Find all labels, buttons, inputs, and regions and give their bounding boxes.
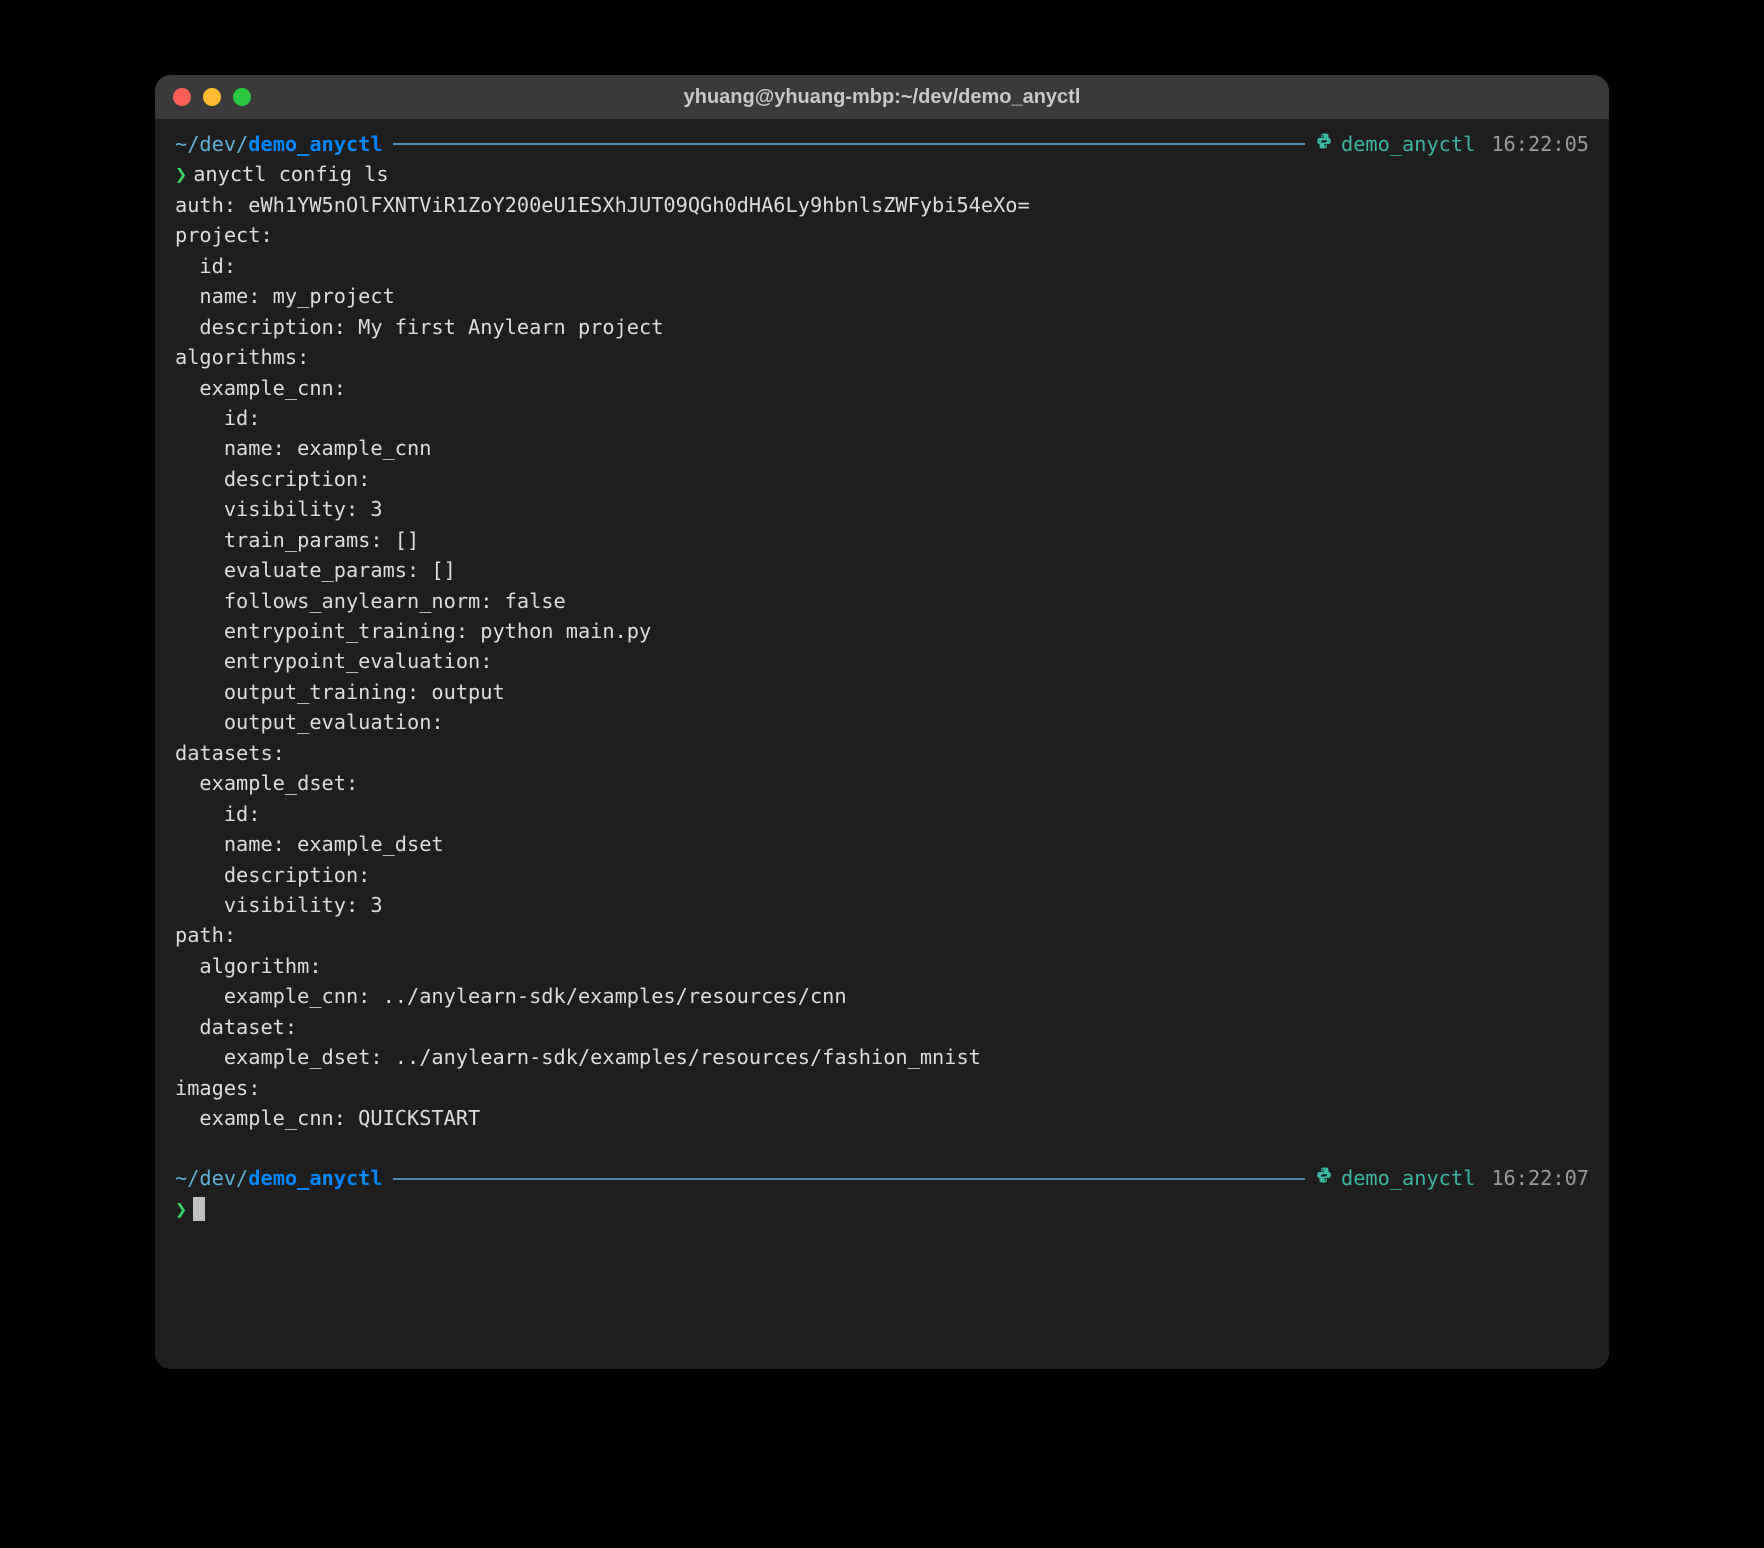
command-line-2[interactable]: ❯ <box>175 1194 1589 1224</box>
spacer <box>175 1133 1589 1163</box>
window-title: yhuang@yhuang-mbp:~/dev/demo_anyctl <box>684 86 1081 109</box>
titlebar: yhuang@yhuang-mbp:~/dev/demo_anyctl <box>155 75 1609 119</box>
path-tilde: ~ <box>175 132 187 156</box>
timestamp: 16:22:05 <box>1491 129 1589 159</box>
separator-line <box>393 1178 1305 1180</box>
env-name: demo_anyctl <box>1341 1163 1475 1193</box>
prompt-line-2: ~/dev/demo_anyctl demo_anyctl 16:22:07 <box>175 1163 1589 1193</box>
prompt-right-block: demo_anyctl 16:22:05 <box>1315 129 1589 159</box>
path-current-dir: demo_anyctl <box>248 1166 382 1190</box>
command-output: auth: eWh1YW5nOlFXNTViR1ZoY200eU1ESXhJUT… <box>175 190 1589 1134</box>
command-text: anyctl config ls <box>193 162 388 186</box>
cursor <box>193 1197 205 1221</box>
timestamp: 16:22:07 <box>1491 1163 1589 1193</box>
path-current-dir: demo_anyctl <box>248 132 382 156</box>
terminal-window: yhuang@yhuang-mbp:~/dev/demo_anyctl ~/de… <box>155 75 1609 1369</box>
prompt-line-1: ~/dev/demo_anyctl demo_anyctl 16:22:05 <box>175 129 1589 159</box>
close-button[interactable] <box>173 88 191 106</box>
terminal-body[interactable]: ~/dev/demo_anyctl demo_anyctl 16:22:05 ❯… <box>155 119 1609 1369</box>
path-tilde: ~ <box>175 1166 187 1190</box>
prompt-arrow: ❯ <box>175 1197 187 1221</box>
path-segment: /dev/ <box>187 132 248 156</box>
python-icon <box>1315 1165 1333 1192</box>
traffic-lights <box>173 88 251 106</box>
prompt-right-block: demo_anyctl 16:22:07 <box>1315 1163 1589 1193</box>
command-line-1: ❯anyctl config ls <box>175 159 1589 189</box>
prompt-arrow: ❯ <box>175 162 187 186</box>
separator-line <box>393 143 1305 145</box>
minimize-button[interactable] <box>203 88 221 106</box>
python-icon <box>1315 131 1333 158</box>
env-name: demo_anyctl <box>1341 129 1475 159</box>
path-segment: /dev/ <box>187 1166 248 1190</box>
maximize-button[interactable] <box>233 88 251 106</box>
